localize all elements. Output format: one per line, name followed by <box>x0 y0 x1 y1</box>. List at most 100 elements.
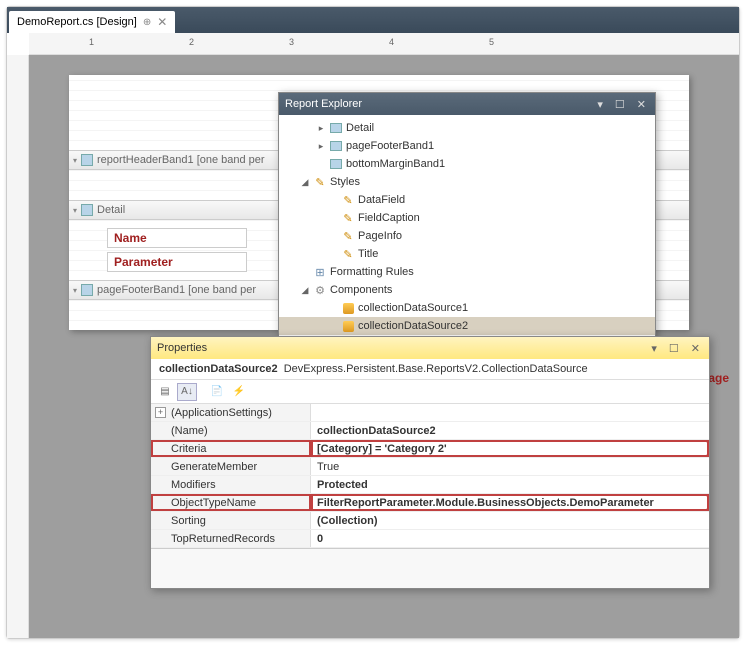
property-value[interactable]: Protected <box>311 476 709 493</box>
datasource-icon <box>341 301 355 315</box>
property-value[interactable]: [Category] = 'Category 2' <box>311 440 709 457</box>
property-value[interactable]: 0 <box>311 530 709 547</box>
panel-title-text: Report Explorer <box>285 98 362 110</box>
tree-item[interactable]: ⊞Formatting Rules <box>279 263 655 281</box>
tree-item-label: PageInfo <box>358 230 402 242</box>
alphabetical-icon[interactable]: A↓ <box>177 383 197 401</box>
horizontal-ruler: 1 2 3 4 5 <box>29 33 739 55</box>
properties-grid[interactable]: +(ApplicationSettings)(Name)collectionDa… <box>151 404 709 548</box>
close-icon[interactable]: ✕ <box>634 98 649 111</box>
property-name: Sorting <box>151 512 311 529</box>
brush-icon: ✎ <box>341 229 355 243</box>
selected-object-type: DevExpress.Persistent.Base.ReportsV2.Col… <box>284 363 588 375</box>
expand-icon[interactable]: ▸ <box>316 141 326 152</box>
tree-item[interactable]: ✎PageInfo <box>279 227 655 245</box>
tree-item-label: Formatting Rules <box>330 266 414 278</box>
brush-icon: ✎ <box>341 247 355 261</box>
property-row[interactable]: GenerateMemberTrue <box>151 458 709 476</box>
field-parameter[interactable]: Parameter <box>107 252 247 272</box>
panel-titlebar[interactable]: Report Explorer ▾ ☐ ✕ <box>279 93 655 115</box>
band-label: pageFooterBand1 [one band per <box>97 284 256 296</box>
expand-icon[interactable]: + <box>155 407 166 418</box>
properties-object-selector[interactable]: collectionDataSource2 DevExpress.Persist… <box>151 359 709 380</box>
tree-item[interactable]: ▸ Detail <box>279 119 655 137</box>
tree-item[interactable]: ✎Title <box>279 245 655 263</box>
tree-item[interactable]: bottomMarginBand1 <box>279 155 655 173</box>
maximize-icon[interactable]: ☐ <box>612 98 628 111</box>
band-icon <box>329 139 343 153</box>
property-name: +(ApplicationSettings) <box>151 404 311 421</box>
property-name: ObjectTypeName <box>151 494 311 511</box>
close-icon[interactable]: ✕ <box>688 342 703 355</box>
property-value[interactable]: collectionDataSource2 <box>311 422 709 439</box>
close-icon[interactable]: ✕ <box>157 15 167 29</box>
categorized-icon[interactable]: ▤ <box>155 383 175 401</box>
tree-item[interactable]: collectionDataSource1 <box>279 299 655 317</box>
tree-item[interactable]: ▸ pageFooterBand1 <box>279 137 655 155</box>
document-tab[interactable]: DemoReport.cs [Design] ⊕ ✕ <box>9 11 175 33</box>
tree-item-label: collectionDataSource2 <box>358 320 468 332</box>
band-icon <box>81 284 93 296</box>
band-label: reportHeaderBand1 [one band per <box>97 154 265 166</box>
tree-item[interactable]: ◢⚙Components <box>279 281 655 299</box>
tree-item-label: pageFooterBand1 <box>346 140 434 152</box>
collapse-icon[interactable]: ▾ <box>73 156 77 165</box>
selected-object-name: collectionDataSource2 <box>159 363 278 375</box>
band-icon <box>81 154 93 166</box>
property-row[interactable]: ModifiersProtected <box>151 476 709 494</box>
property-value[interactable]: (Collection) <box>311 512 709 529</box>
expand-icon[interactable]: ◢ <box>300 177 310 188</box>
band-icon <box>81 204 93 216</box>
property-name: (Name) <box>151 422 311 439</box>
pin-icon[interactable]: ⊕ <box>143 17 151 28</box>
property-name: GenerateMember <box>151 458 311 475</box>
tree-item[interactable]: ✎FieldCaption <box>279 209 655 227</box>
document-tab-bar: DemoReport.cs [Design] ⊕ ✕ <box>7 7 739 33</box>
tree-item[interactable]: ◢✎Styles <box>279 173 655 191</box>
brush-icon: ✎ <box>313 175 327 189</box>
property-name: Criteria <box>151 440 311 457</box>
band-label: Detail <box>97 204 125 216</box>
dropdown-icon[interactable]: ▾ <box>648 342 660 355</box>
properties-page-icon[interactable]: 📄 <box>207 383 227 401</box>
properties-panel[interactable]: Properties ▾ ☐ ✕ collectionDataSource2 D… <box>150 336 710 589</box>
vertical-ruler <box>7 55 29 638</box>
collapse-icon[interactable]: ▾ <box>73 286 77 295</box>
property-row[interactable]: (Name)collectionDataSource2 <box>151 422 709 440</box>
property-value[interactable]: True <box>311 458 709 475</box>
events-page-icon[interactable]: ⚡ <box>229 383 249 401</box>
panel-title-text: Properties <box>157 342 207 354</box>
rules-icon: ⊞ <box>313 265 327 279</box>
tree-item-label: Styles <box>330 176 360 188</box>
ruler-tick: 2 <box>189 37 194 47</box>
property-value[interactable] <box>311 404 709 421</box>
ruler-tick: 1 <box>89 37 94 47</box>
property-value[interactable]: FilterReportParameter.Module.BusinessObj… <box>311 494 709 511</box>
tree-item[interactable]: ✎DataField <box>279 191 655 209</box>
tree-item-label: Detail <box>346 122 374 134</box>
field-name[interactable]: Name <box>107 228 247 248</box>
datasource-icon <box>341 319 355 333</box>
brush-icon: ✎ <box>341 211 355 225</box>
ruler-tick: 3 <box>289 37 294 47</box>
tree-item-label: collectionDataSource1 <box>358 302 468 314</box>
property-name: Modifiers <box>151 476 311 493</box>
tree-item-label: FieldCaption <box>358 212 420 224</box>
collapse-icon[interactable]: ▾ <box>73 206 77 215</box>
property-row[interactable]: ObjectTypeNameFilterReportParameter.Modu… <box>151 494 709 512</box>
explorer-tree[interactable]: ▸ Detail ▸ pageFooterBand1 bottomMarginBand1… <box>279 115 655 339</box>
expand-icon[interactable]: ▸ <box>316 123 326 134</box>
panel-titlebar[interactable]: Properties ▾ ☐ ✕ <box>151 337 709 359</box>
property-row[interactable]: +(ApplicationSettings) <box>151 404 709 422</box>
tree-item[interactable]: collectionDataSource2 <box>279 317 655 335</box>
tab-title: DemoReport.cs [Design] <box>17 16 137 28</box>
property-row[interactable]: TopReturnedRecords0 <box>151 530 709 548</box>
expand-icon[interactable]: ◢ <box>300 285 310 296</box>
property-row[interactable]: Criteria[Category] = 'Category 2' <box>151 440 709 458</box>
brush-icon: ✎ <box>341 193 355 207</box>
property-row[interactable]: Sorting(Collection) <box>151 512 709 530</box>
gear-icon: ⚙ <box>313 283 327 297</box>
dropdown-icon[interactable]: ▾ <box>594 98 606 111</box>
report-explorer-panel[interactable]: Report Explorer ▾ ☐ ✕ ▸ Detail ▸ pageFooter… <box>278 92 656 340</box>
maximize-icon[interactable]: ☐ <box>666 342 682 355</box>
